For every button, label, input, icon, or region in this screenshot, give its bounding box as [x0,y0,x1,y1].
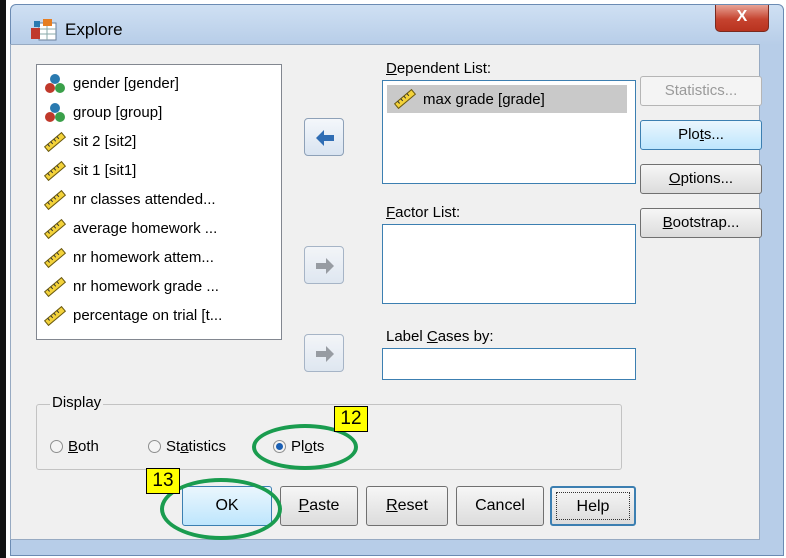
radio-both[interactable]: Both [50,438,99,455]
factor-list[interactable] [382,224,636,304]
list-item-label: group [group] [73,104,163,121]
display-group-label: Display [50,394,104,411]
list-item[interactable]: nr homework grade ... [37,272,281,301]
paste-button[interactable]: Paste [280,486,358,526]
scale-icon [393,88,417,110]
list-item-label: nr homework grade ... [73,278,219,295]
plots-button[interactable]: Plots... [640,120,762,150]
scale-icon [43,305,67,326]
list-item[interactable]: sit 1 [sit1] [37,156,281,185]
arrow-right-icon [316,258,334,274]
list-item-label: nr homework attem... [73,249,214,266]
list-item-label: percentage on trial [t... [73,307,223,324]
arrow-left-icon [316,130,334,146]
radio-both-label: Both [68,438,99,455]
scale-icon [43,160,67,181]
window-title: Explore [65,20,123,39]
nominal-icon [45,102,65,122]
annotation-badge-12: 12 [334,406,368,432]
list-item[interactable]: nr classes attended... [37,185,281,214]
page-border-line [0,0,6,558]
scale-icon [43,218,67,239]
list-item-label: sit 1 [sit1] [73,162,137,179]
help-label: Help [556,492,630,520]
radio-statistics[interactable]: Statistics [148,438,226,455]
scale-icon [43,276,67,297]
radio-statistics-label: Statistics [166,438,227,455]
title-bar: Explore X [11,5,783,49]
bootstrap-button[interactable]: Bootstrap... [640,208,762,238]
list-item[interactable]: percentage on trial [t... [37,301,281,330]
source-variable-list[interactable]: gender [gender] group [group] sit 2 [sit2]… [36,64,282,340]
list-item[interactable]: max grade [grade] [387,85,627,113]
label-cases-label: Label Cases by: [386,328,494,345]
list-item[interactable]: sit 2 [sit2] [37,127,281,156]
move-to-dependent-button[interactable] [304,118,344,156]
spss-app-icon [31,19,57,41]
list-item-label: average homework ... [73,220,218,237]
statistics-button[interactable]: Statistics... [640,76,762,106]
list-item[interactable]: average homework ... [37,214,281,243]
reset-button[interactable]: Reset [366,486,448,526]
list-item-label: max grade [grade] [423,90,545,108]
list-item-label: gender [gender] [73,75,179,92]
annotation-badge-13: 13 [146,468,180,494]
arrow-right-icon [316,346,334,362]
factor-list-label: Factor List: [386,204,461,221]
list-item[interactable]: nr homework attem... [37,243,281,272]
radio-button-icon[interactable] [148,440,161,453]
options-button[interactable]: Options... [640,164,762,194]
scale-icon [43,131,67,152]
dependent-list[interactable]: max grade [grade] [382,80,636,184]
scale-icon [43,247,67,268]
label-cases-field[interactable] [382,348,636,380]
list-item[interactable]: gender [gender] [37,69,281,98]
list-item[interactable]: group [group] [37,98,281,127]
cancel-button[interactable]: Cancel [456,486,544,526]
scale-icon [43,189,67,210]
close-button[interactable]: X [715,5,769,32]
move-to-label-cases-button[interactable] [304,334,344,372]
list-item-label: sit 2 [sit2] [73,133,137,150]
nominal-icon [45,73,65,93]
help-button[interactable]: Help [550,486,636,526]
list-item-label: nr classes attended... [73,191,216,208]
dependent-list-label: Dependent List: [386,60,492,77]
radio-button-icon[interactable] [50,440,63,453]
move-to-factor-button[interactable] [304,246,344,284]
